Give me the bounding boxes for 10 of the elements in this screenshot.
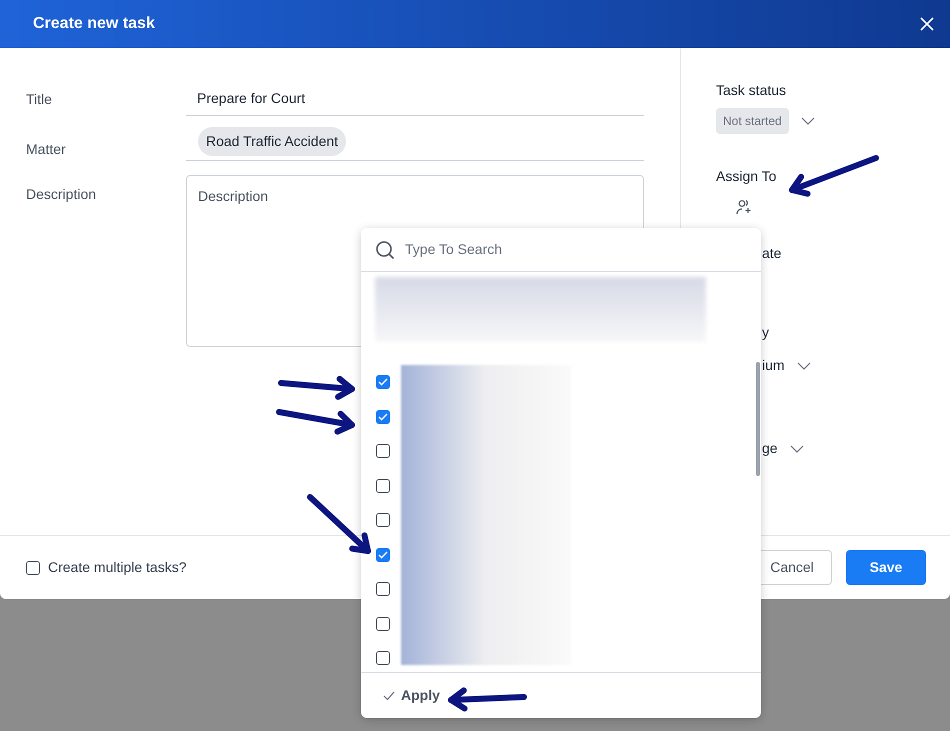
dialog-title: Create new task	[33, 14, 155, 34]
field-label: Description	[26, 185, 98, 204]
status-label: Task status	[716, 81, 788, 100]
checkbox-label: Create multiple tasks?	[48, 558, 187, 577]
assign-label: Assign To	[716, 167, 778, 186]
matter-chip: Road Traffic Accident	[198, 127, 346, 156]
field-label: Title	[26, 90, 53, 109]
field-label: Matter	[26, 140, 67, 159]
field-label: y	[762, 323, 770, 342]
field-label: ate	[762, 244, 782, 263]
